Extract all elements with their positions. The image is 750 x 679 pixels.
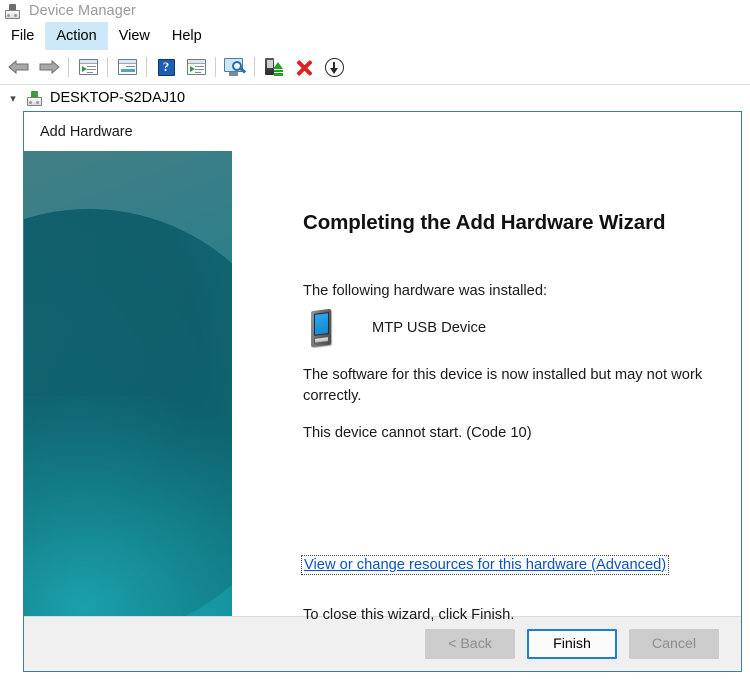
toolbar-separator xyxy=(107,57,108,77)
software-status-message: The software for this device is now inst… xyxy=(303,367,703,404)
wizard-titlebar: Add Hardware xyxy=(24,112,741,151)
update-driver-icon xyxy=(264,57,284,77)
back-arrow-icon xyxy=(8,59,29,75)
wizard-body: Completing the Add Hardware Wizard The f… xyxy=(24,151,741,623)
device-tree: ▾ DESKTOP-S2DAJ10 xyxy=(0,86,750,110)
menu-item-help[interactable]: Help xyxy=(161,22,213,50)
close-instruction: To close this wizard, click Finish. xyxy=(303,607,515,623)
disable-device-button[interactable] xyxy=(319,53,349,81)
back-button[interactable] xyxy=(4,53,34,81)
finish-button[interactable]: Finish xyxy=(527,629,617,659)
menu-item-file[interactable]: File xyxy=(0,22,45,50)
view-change-resources-link[interactable]: View or change resources for this hardwa… xyxy=(301,555,670,575)
toolbar-separator xyxy=(146,57,147,77)
help-icon: ? xyxy=(157,58,175,76)
add-hardware-wizard-dialog: Add Hardware Completing the Add Hardware… xyxy=(23,111,742,672)
toolbar-separator xyxy=(254,57,255,77)
help-button[interactable]: ? xyxy=(151,53,181,81)
window-title: Device Manager xyxy=(29,3,136,19)
show-hidden-devices-icon xyxy=(78,59,98,75)
forward-button[interactable] xyxy=(34,53,64,81)
portable-device-icon xyxy=(305,308,338,348)
toolbar-separator xyxy=(215,57,216,77)
toolbar: ? xyxy=(0,50,750,85)
device-manager-titlebar: Device Manager xyxy=(0,0,750,22)
wizard-heading: Completing the Add Hardware Wizard xyxy=(303,211,666,234)
show-hidden-devices-button[interactable] xyxy=(73,53,103,81)
device-manager-window: Device Manager File Action View Help ? ▾… xyxy=(0,0,750,679)
disable-device-icon xyxy=(324,57,344,77)
uninstall-device-button[interactable] xyxy=(289,53,319,81)
error-code-message: This device cannot start. (Code 10) xyxy=(303,425,532,441)
menu-item-action[interactable]: Action xyxy=(45,22,108,50)
forward-arrow-icon xyxy=(39,59,60,75)
properties-icon xyxy=(117,59,137,75)
installed-label: The following hardware was installed: xyxy=(303,283,548,299)
cancel-button[interactable]: Cancel xyxy=(629,629,719,659)
installed-device-row: MTP USB Device xyxy=(305,308,486,348)
wizard-title: Add Hardware xyxy=(40,123,133,140)
update-driver-button[interactable] xyxy=(259,53,289,81)
back-button[interactable]: < Back xyxy=(425,629,515,659)
wizard-main-pane: Completing the Add Hardware Wizard The f… xyxy=(232,151,741,623)
device-search-icon xyxy=(224,57,247,77)
computer-device-icon xyxy=(4,3,21,19)
device-search-button[interactable] xyxy=(220,53,250,81)
tree-root-label[interactable]: DESKTOP-S2DAJ10 xyxy=(50,90,185,106)
menu-item-view[interactable]: View xyxy=(108,22,161,50)
menu-bar: File Action View Help xyxy=(0,22,750,50)
uninstall-device-icon xyxy=(294,57,314,77)
chevron-down-icon[interactable]: ▾ xyxy=(0,92,26,105)
computer-node-icon xyxy=(26,90,43,106)
toolbar-separator xyxy=(68,57,69,77)
device-name: MTP USB Device xyxy=(372,320,486,336)
scan-for-changes-button[interactable] xyxy=(181,53,211,81)
wizard-banner-image xyxy=(24,151,232,616)
scan-for-changes-icon xyxy=(186,59,206,75)
properties-button[interactable] xyxy=(112,53,142,81)
wizard-footer: < Back Finish Cancel xyxy=(24,616,741,671)
